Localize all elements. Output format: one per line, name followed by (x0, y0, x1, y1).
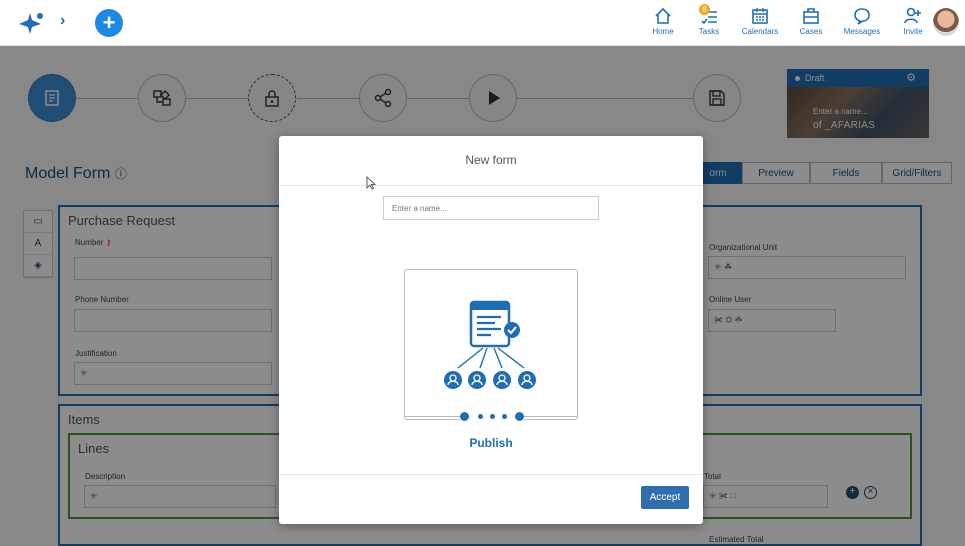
carousel-dot-icon[interactable] (515, 412, 524, 421)
dialog-title: New form (465, 153, 517, 167)
carousel-dot-active-icon[interactable] (460, 412, 469, 421)
top-nav: Home 8 Tasks Calendars Cases Messages In… (645, 4, 931, 36)
invite-icon (904, 7, 921, 24)
divider (279, 185, 703, 186)
carousel-dot-icon[interactable] (490, 414, 495, 419)
expand-chevron-icon[interactable]: › (60, 12, 65, 30)
nav-cases-label: Cases (799, 27, 823, 36)
mouse-cursor-icon (366, 176, 376, 190)
carousel-dot-icon[interactable] (502, 414, 507, 419)
new-form-dialog: New form Pu (279, 136, 703, 524)
form-name-input[interactable] (383, 196, 599, 220)
app-logo-icon[interactable] (16, 10, 44, 36)
publish-option-card[interactable] (404, 269, 578, 421)
nav-calendars[interactable]: Calendars (737, 6, 783, 36)
calendar-icon (752, 8, 768, 24)
create-button[interactable]: + (95, 9, 123, 37)
home-icon (655, 7, 671, 24)
divider (279, 474, 703, 475)
carousel-dot-icon[interactable] (478, 414, 483, 419)
publish-illustration-icon (444, 300, 536, 389)
accept-button[interactable]: Accept (641, 486, 689, 509)
tasks-badge: 8 (699, 4, 710, 15)
carousel-dots (460, 412, 524, 421)
publish-label: Publish (469, 436, 513, 450)
top-bar: › + Home 8 Tasks Calendars Cases Message… (0, 0, 965, 46)
nav-calendars-label: Calendars (741, 27, 779, 36)
nav-home-label: Home (652, 27, 674, 36)
nav-messages-label: Messages (843, 27, 881, 36)
messages-icon (854, 8, 870, 25)
nav-tasks-label: Tasks (698, 27, 720, 36)
cases-icon (803, 8, 819, 24)
nav-invite[interactable]: Invite (895, 6, 931, 36)
nav-invite-label: Invite (903, 27, 923, 36)
nav-cases[interactable]: Cases (793, 6, 829, 36)
nav-messages[interactable]: Messages (839, 6, 885, 36)
user-avatar[interactable] (933, 8, 959, 36)
nav-tasks[interactable]: 8 Tasks (691, 4, 727, 36)
nav-home[interactable]: Home (645, 6, 681, 36)
